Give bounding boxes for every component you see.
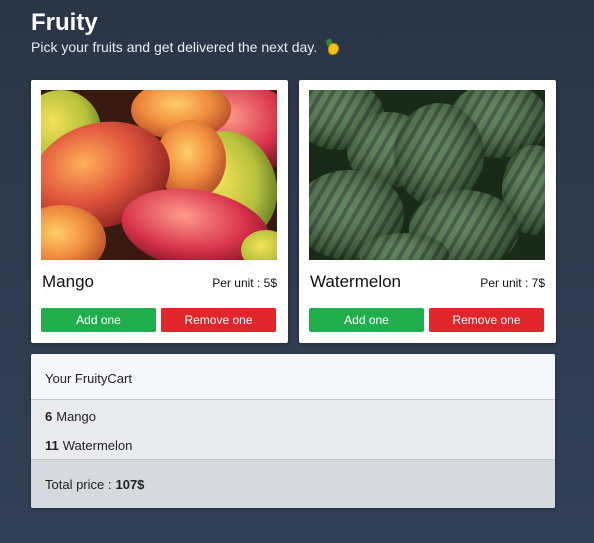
page-header: Fruity Pick your fruits and get delivere…: [31, 8, 340, 56]
cart-item: 6 Mango: [31, 408, 555, 437]
product-name: Mango: [42, 272, 94, 291]
add-watermelon-button[interactable]: Add one: [309, 308, 424, 332]
product-card-watermelon: Watermelon Per unit : 7$ Add one Remove …: [299, 80, 556, 343]
cart-title: Your FruityCart: [31, 354, 555, 400]
cart-item-qty: 11: [45, 438, 59, 453]
mango-image: [41, 90, 277, 260]
cart-item-name: Watermelon: [62, 438, 133, 453]
product-price: Per unit : 5$: [212, 276, 277, 290]
cart-item-qty: 6: [45, 409, 53, 424]
cart-item-name: Mango: [56, 409, 96, 424]
remove-mango-button[interactable]: Remove one: [161, 308, 276, 332]
app-title: Fruity: [31, 9, 98, 36]
total-value: 107$: [115, 477, 145, 492]
pineapple-icon: [324, 38, 340, 55]
product-price: Per unit : 7$: [480, 276, 545, 290]
remove-watermelon-button[interactable]: Remove one: [429, 308, 544, 332]
fruity-cart: Your FruityCart 6 Mango 11 Watermelon Tota…: [31, 354, 555, 508]
cart-total: Total price :107$: [31, 460, 555, 508]
cart-items: 6 Mango 11 Watermelon: [31, 400, 555, 460]
product-name: Watermelon: [310, 272, 402, 291]
add-mango-button[interactable]: Add one: [41, 308, 156, 332]
watermelon-image: [309, 90, 545, 260]
total-label: Total price :: [45, 477, 112, 492]
app-subtitle: Pick your fruits and get delivered the n…: [31, 38, 340, 56]
product-card-mango: Mango Per unit : 5$ Add one Remove one: [31, 80, 288, 343]
subtitle-text: Pick your fruits and get delivered the n…: [31, 39, 318, 55]
